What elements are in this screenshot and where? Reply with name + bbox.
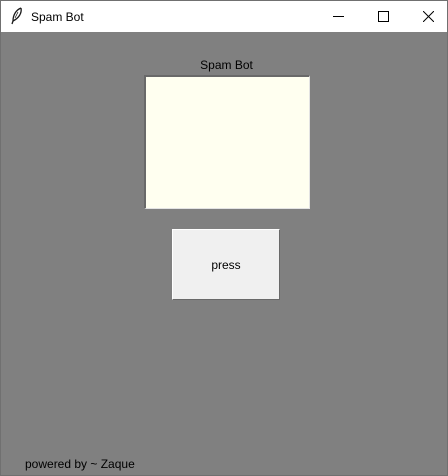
press-button[interactable]: press xyxy=(172,229,280,300)
footer-credit: powered by ~ Zaque xyxy=(25,457,135,471)
window-title: Spam Bot xyxy=(31,10,84,24)
maximize-icon xyxy=(377,11,389,22)
message-text-area[interactable] xyxy=(144,75,310,209)
app-window: Spam Bot Spam Bot press powered by ~ Zaq… xyxy=(0,0,448,476)
title-bar[interactable]: Spam Bot xyxy=(1,1,447,32)
minimize-button[interactable] xyxy=(315,1,361,32)
feather-icon xyxy=(10,7,24,25)
close-button[interactable] xyxy=(405,1,447,32)
close-icon xyxy=(422,11,434,22)
minimize-icon xyxy=(332,11,344,22)
maximize-button[interactable] xyxy=(360,1,406,32)
app-heading: Spam Bot xyxy=(200,58,253,72)
